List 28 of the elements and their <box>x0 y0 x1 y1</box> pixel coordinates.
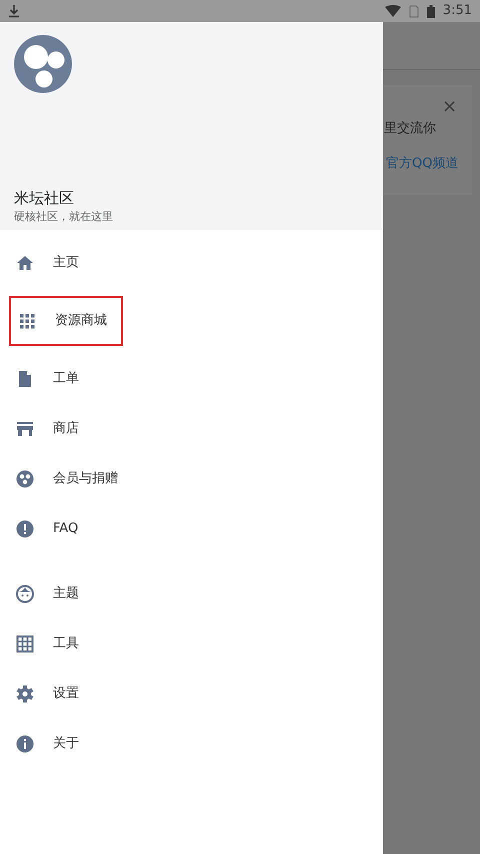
exclamation-icon <box>15 519 35 539</box>
settings-icon <box>15 684 35 704</box>
face-icon <box>15 584 35 604</box>
info-icon <box>15 734 35 754</box>
wifi-icon <box>384 5 401 17</box>
home-icon <box>15 253 35 273</box>
store-icon <box>15 419 35 439</box>
app-logo-icon <box>14 35 72 93</box>
battery-icon <box>426 4 435 18</box>
clock-time: 3:51 <box>442 2 472 20</box>
menu-item[interactable]: 工单 <box>0 354 383 404</box>
menu-item[interactable]: 会员与捐赠 <box>0 454 383 504</box>
notice-text: 里交流你 <box>384 120 436 138</box>
menu-item[interactable]: FAQ <box>0 504 383 554</box>
sim-icon <box>408 4 419 18</box>
menu-item[interactable]: 工具 <box>0 619 383 669</box>
app-subtitle: 硬核社区，就在这里 <box>14 210 114 224</box>
circles-icon <box>15 469 35 489</box>
menu-item[interactable]: 设置 <box>0 669 383 719</box>
grid-dots-icon <box>17 311 37 331</box>
menu-item[interactable]: 主页 <box>0 238 383 288</box>
menu-item[interactable]: 主题 <box>0 569 383 619</box>
menu-item[interactable]: 商店 <box>0 404 383 454</box>
app-title: 米坛社区 <box>14 188 75 208</box>
download-icon <box>8 4 20 18</box>
menu-item[interactable]: 资源商城 <box>9 296 123 346</box>
table-grid-icon <box>15 634 35 654</box>
menu-item[interactable]: 关于 <box>0 719 383 769</box>
